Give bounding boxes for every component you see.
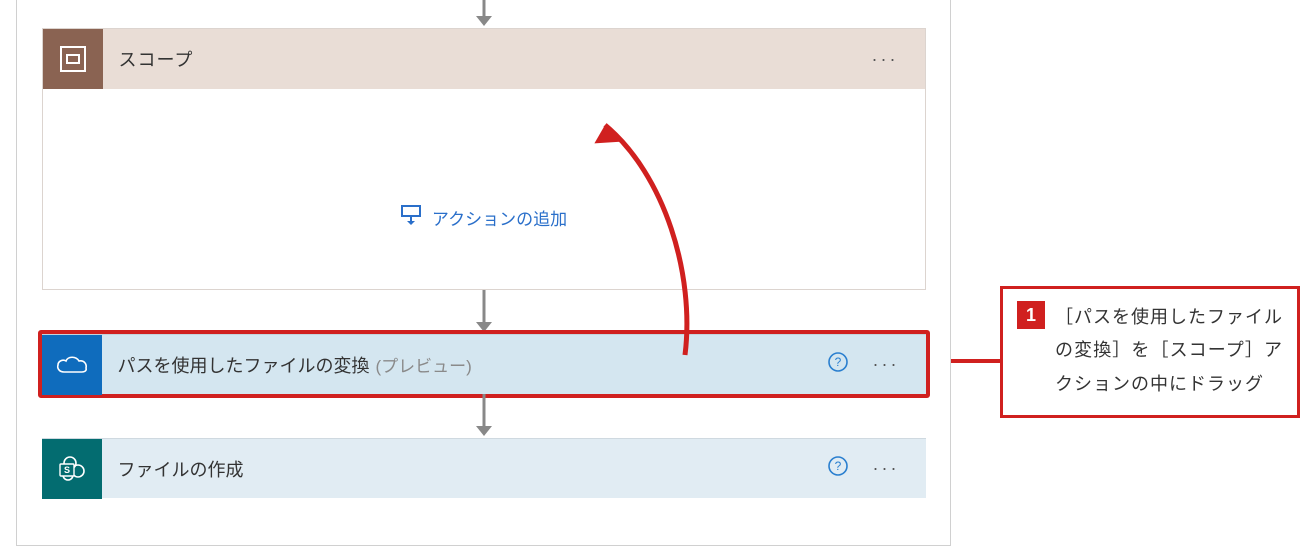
convert-file-action[interactable]: パスを使用したファイルの変換 (プレビュー) ? ··· (42, 334, 926, 394)
instruction-callout: 1 ［パスを使用したファイルの変換］を［スコープ］アクションの中にドラッグ (1000, 286, 1300, 418)
callout-connector (951, 359, 1001, 363)
scope-menu-button[interactable]: ··· (864, 49, 907, 70)
scope-header[interactable]: スコープ ··· (43, 29, 925, 89)
add-action-button[interactable]: アクションの追加 (392, 196, 575, 239)
create-title-text: ファイルの作成 (118, 456, 244, 482)
add-action-label: アクションの追加 (432, 205, 567, 230)
arrow-down-icon (471, 394, 497, 438)
flow-canvas: スコープ ··· アクションの追加 (16, 0, 951, 546)
instruction-text: ［パスを使用したファイルの変換］を［スコープ］アクションの中にドラッグ (1055, 301, 1283, 401)
preview-label: (プレビュー) (376, 352, 472, 377)
scope-icon (43, 29, 103, 89)
scope-title: スコープ (119, 46, 864, 72)
scope-body: アクションの追加 (43, 89, 925, 289)
help-icon[interactable]: ? (827, 351, 849, 378)
onedrive-icon (42, 335, 102, 395)
scope-container[interactable]: スコープ ··· アクションの追加 (42, 28, 926, 290)
help-icon[interactable]: ? (827, 455, 849, 482)
step-number-badge: 1 (1017, 301, 1045, 329)
convert-menu-button[interactable]: ··· (865, 354, 908, 375)
svg-text:S: S (63, 465, 69, 475)
arrow-down-icon (471, 0, 497, 28)
sharepoint-icon: S (42, 439, 102, 499)
create-menu-button[interactable]: ··· (865, 458, 908, 479)
svg-text:?: ? (834, 459, 841, 473)
convert-title-text: パスを使用したファイルの変換 (118, 352, 370, 378)
svg-text:?: ? (834, 355, 841, 369)
arrow-down-icon (471, 290, 497, 334)
create-file-action[interactable]: S ファイルの作成 ? ··· (42, 438, 926, 498)
convert-file-action-highlight: パスを使用したファイルの変換 (プレビュー) ? ··· (38, 330, 930, 398)
create-file-action-title: ファイルの作成 (118, 456, 827, 482)
add-action-icon (400, 204, 422, 231)
convert-file-action-title: パスを使用したファイルの変換 (プレビュー) (118, 352, 827, 378)
